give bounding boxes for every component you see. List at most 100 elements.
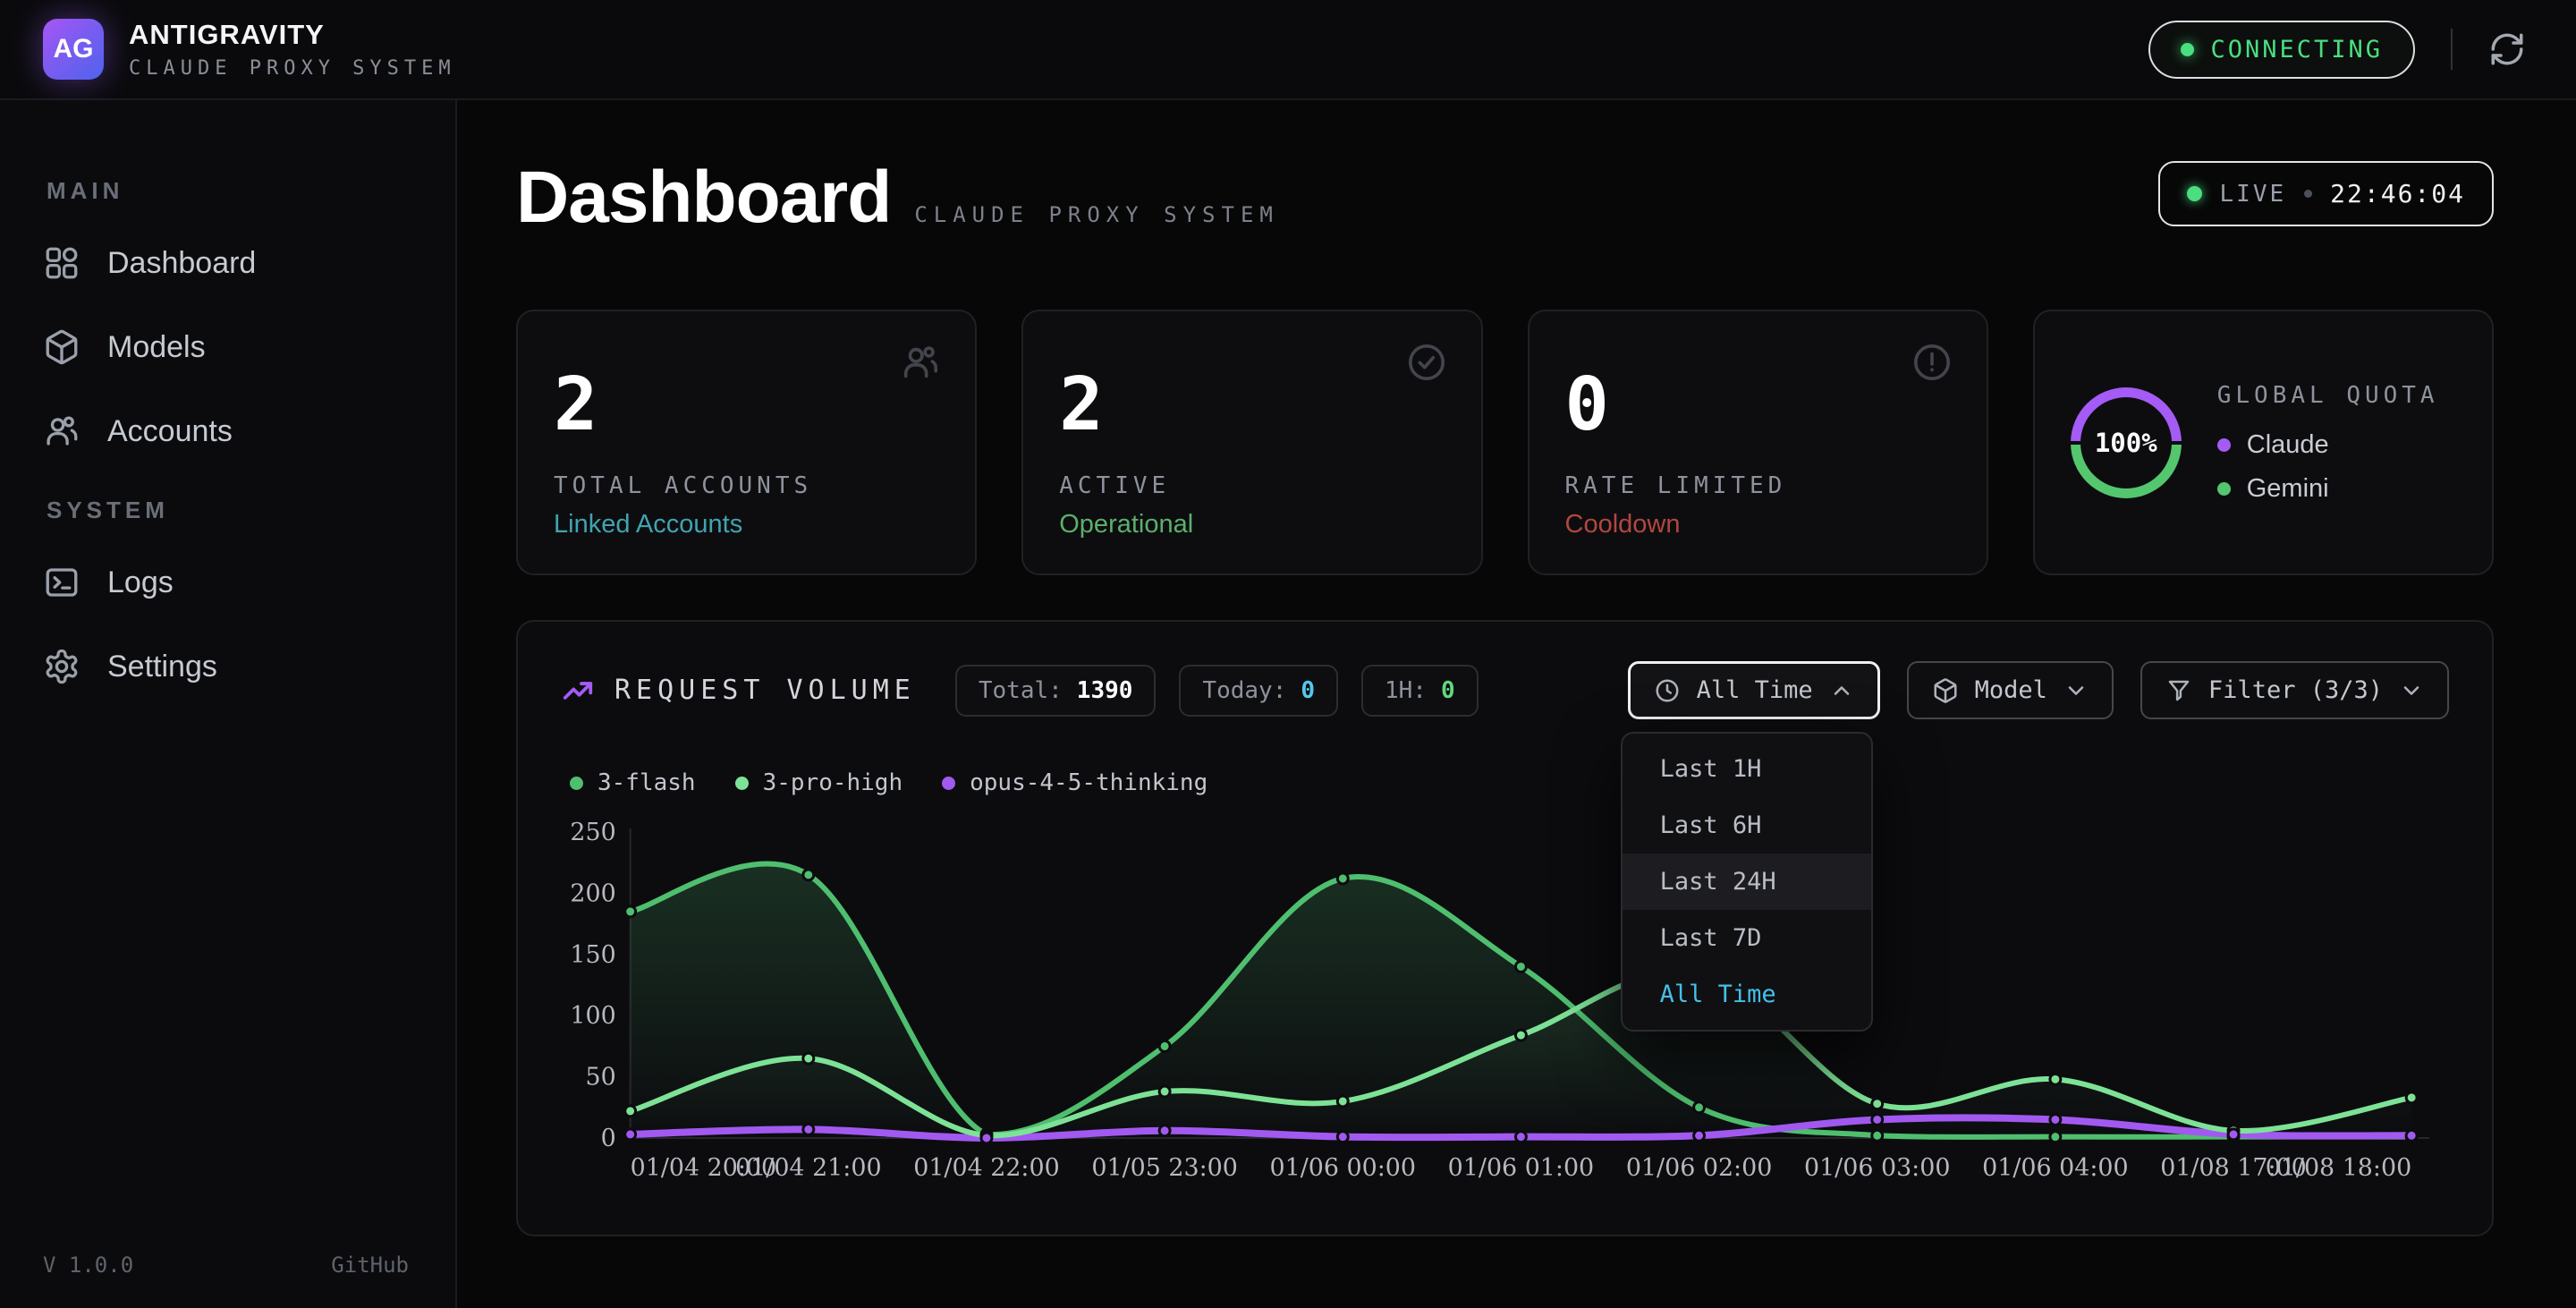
- funnel-icon: [2165, 677, 2192, 704]
- sidebar-item-label: Logs: [107, 565, 174, 600]
- stat-label: RATE LIMITED: [1565, 472, 1951, 499]
- users-group-icon: [900, 342, 941, 383]
- quota-donut: 100%: [2071, 387, 2182, 498]
- check-circle-icon: [1406, 342, 1447, 383]
- sidebar-section-label: MAIN: [47, 177, 412, 205]
- stat-card-active: 2ACTIVEOperational: [1021, 310, 1482, 575]
- app-root: AG ANTIGRAVITY CLAUDE PROXY SYSTEM CONNE…: [0, 0, 2576, 1308]
- stat-value: 0: [1565, 369, 1951, 442]
- dropdown-item-last-24h[interactable]: Last 24H: [1623, 854, 1871, 910]
- series-legend-3-flash: 3-flash: [570, 769, 696, 796]
- request-volume-panel: REQUEST VOLUME Total:1390Today:01H:0: [516, 620, 2494, 1236]
- page-title: Dashboard: [516, 156, 891, 240]
- sidebar-item-accounts[interactable]: Accounts: [43, 412, 412, 450]
- legend-dot: [2217, 438, 2231, 452]
- top-header: AG ANTIGRAVITY CLAUDE PROXY SYSTEM CONNE…: [0, 0, 2576, 100]
- svg-text:01/06 00:00: 01/06 00:00: [1270, 1154, 1416, 1182]
- cube-icon: [43, 328, 80, 366]
- chevron-up-icon: [1829, 678, 1854, 703]
- legend-label: Claude: [2247, 430, 2329, 460]
- refresh-icon[interactable]: [2488, 30, 2526, 68]
- svg-text:250: 250: [570, 819, 615, 846]
- app-logo: AG: [43, 19, 104, 80]
- stats-row: 2 TOTAL ACCOUNTS Linked Accounts 2ACTIVEOpe…: [516, 310, 2494, 575]
- main-content: Dashboard CLAUDE PROXY SYSTEM LIVE 22:46…: [457, 100, 2576, 1308]
- sidebar-item-logs[interactable]: Logs: [43, 564, 412, 601]
- live-label: LIVE: [2220, 181, 2287, 208]
- gear-icon: [43, 648, 80, 685]
- dropdown-item-all-time[interactable]: All Time: [1623, 966, 1871, 1023]
- svg-text:01/08 18:00: 01/08 18:00: [2266, 1154, 2411, 1182]
- filter-button-label: Filter (3/3): [2208, 676, 2383, 704]
- model-filter-button[interactable]: Model: [1907, 661, 2114, 719]
- chip-value: 1390: [1077, 677, 1133, 704]
- svg-text:01/04 21:00: 01/04 21:00: [735, 1154, 881, 1182]
- filter-button[interactable]: Filter (3/3): [2140, 661, 2449, 719]
- sidebar-item-settings[interactable]: Settings: [43, 648, 412, 685]
- stat-status: Linked Accounts: [554, 510, 939, 539]
- sidebar-item-label: Accounts: [107, 414, 233, 449]
- connection-status-label: CONNECTING: [2210, 36, 2383, 64]
- series-legend-3-pro-high: 3-pro-high: [735, 769, 903, 796]
- chip-label: Today:: [1202, 677, 1286, 704]
- chevron-down-icon: [2063, 678, 2089, 703]
- stat-card-rate-limited: 0 RATE LIMITED Cooldown: [1528, 310, 1988, 575]
- connection-status-badge: CONNECTING: [2148, 21, 2415, 79]
- alert-circle-icon: [1911, 342, 1953, 383]
- model-button-label: Model: [1975, 676, 2047, 704]
- chart-legend: 3-flash 3-pro-high opus-4-5-thinking: [570, 769, 2449, 796]
- quota-legend-claude: Claude: [2217, 430, 2439, 460]
- svg-text:01/06 04:00: 01/06 04:00: [1982, 1154, 2128, 1182]
- volume-chip-1h: 1H: 0: [1361, 665, 1479, 717]
- chip-value: 0: [1301, 677, 1315, 704]
- dropdown-item-last-6h[interactable]: Last 6H: [1623, 797, 1871, 854]
- stat-value: 2: [554, 369, 939, 442]
- legend-label: 3-flash: [597, 769, 696, 796]
- legend-dot: [570, 777, 583, 790]
- chip-label: Total:: [979, 677, 1063, 704]
- sidebar-item-dashboard[interactable]: Dashboard: [43, 244, 412, 282]
- github-link[interactable]: GitHub: [331, 1253, 409, 1278]
- header-divider: [2451, 29, 2453, 70]
- volume-chip-today: Today: 0: [1179, 665, 1338, 717]
- stat-status: Cooldown: [1565, 510, 1951, 539]
- svg-text:100: 100: [570, 1002, 615, 1030]
- live-badge: LIVE 22:46:04: [2158, 161, 2494, 226]
- sidebar-item-label: Dashboard: [107, 246, 256, 281]
- chip-value: 0: [1441, 677, 1455, 704]
- terminal-icon: [43, 564, 80, 601]
- volume-chips: Total: 1390 Today: 0 1H: 0: [955, 665, 1479, 717]
- legend-dot: [2217, 482, 2231, 496]
- clock-icon: [1654, 677, 1681, 704]
- global-quota-card: 100%GLOBAL QUOTAClaudeGemini: [2033, 310, 2494, 575]
- volume-chip-total: Total: 1390: [955, 665, 1157, 717]
- quota-legend-gemini: Gemini: [2217, 474, 2439, 504]
- svg-text:200: 200: [570, 879, 615, 907]
- cube-icon: [1932, 677, 1959, 704]
- svg-text:50: 50: [586, 1064, 616, 1091]
- version-label: V 1.0.0: [43, 1253, 133, 1278]
- time-range-button[interactable]: All Time: [1628, 661, 1880, 719]
- brand: ANTIGRAVITY CLAUDE PROXY SYSTEM: [129, 19, 456, 80]
- dropdown-item-last-7d[interactable]: Last 7D: [1623, 910, 1871, 966]
- legend-dot: [942, 777, 955, 790]
- legend-dot: [735, 777, 749, 790]
- sidebar-item-label: Models: [107, 330, 206, 365]
- stat-label: TOTAL ACCOUNTS: [554, 472, 939, 499]
- legend-label: Gemini: [2247, 474, 2329, 504]
- quota-percent: 100%: [2071, 387, 2182, 498]
- stat-card-total-accounts: 2 TOTAL ACCOUNTS Linked Accounts: [516, 310, 977, 575]
- grid-icon: [43, 244, 80, 282]
- live-clock: 22:46:04: [2330, 179, 2465, 208]
- chip-label: 1H:: [1385, 677, 1427, 704]
- legend-label: opus-4-5-thinking: [970, 769, 1208, 796]
- sidebar: MAINDashboardModelsAccountsSYSTEMLogsSet…: [0, 100, 457, 1308]
- time-range-dropdown: Last 1HLast 6HLast 24HLast 7DAll Time: [1621, 732, 1873, 1032]
- sidebar-item-models[interactable]: Models: [43, 328, 412, 366]
- dropdown-item-last-1h[interactable]: Last 1H: [1623, 741, 1871, 797]
- legend-label: 3-pro-high: [763, 769, 903, 796]
- svg-text:01/06 03:00: 01/06 03:00: [1804, 1154, 1950, 1182]
- stat-label: ACTIVE: [1059, 472, 1445, 499]
- connection-status-dot: [2181, 43, 2194, 56]
- users-icon: [43, 412, 80, 450]
